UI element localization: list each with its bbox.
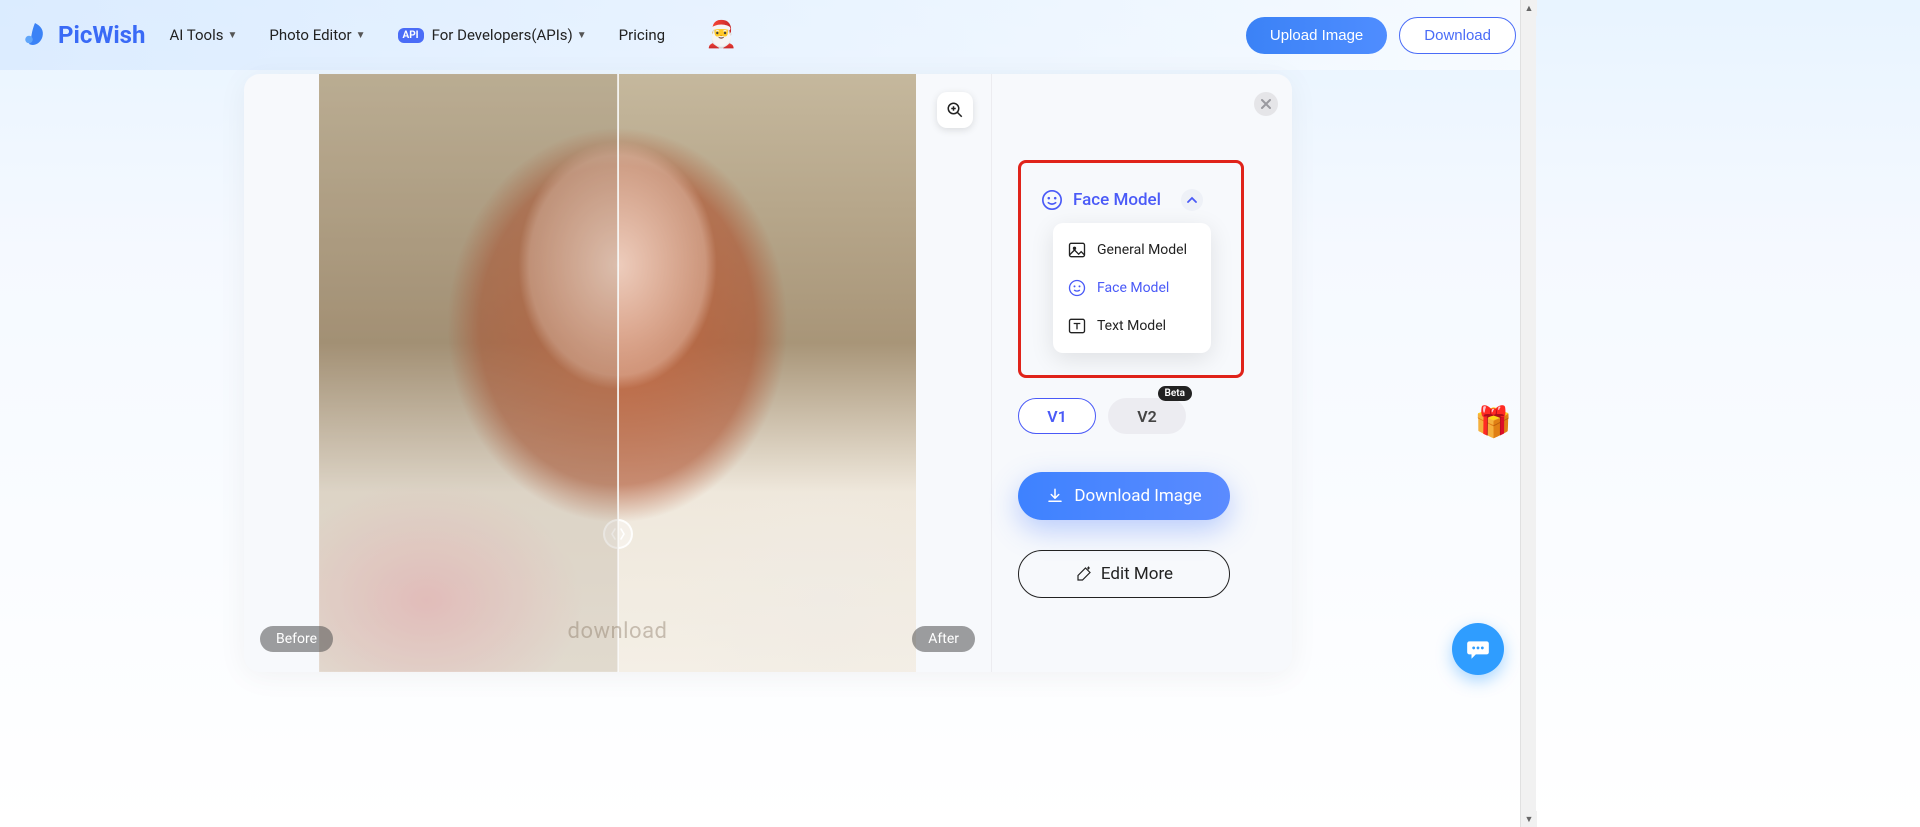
gift-icon[interactable]: 🎁	[1475, 405, 1512, 440]
image-icon	[1067, 240, 1087, 260]
download-image-label: Download Image	[1074, 486, 1201, 506]
model-general-label: General Model	[1097, 242, 1187, 258]
beta-badge: Beta	[1158, 386, 1192, 401]
face-icon	[1067, 278, 1087, 298]
scrollbar-down-icon[interactable]: ▼	[1521, 811, 1537, 827]
nav-ai-tools-label: AI Tools	[169, 26, 223, 44]
model-option-text[interactable]: Text Model	[1053, 307, 1211, 345]
image-pane: download Before After	[244, 74, 991, 672]
scrollbar-up-icon[interactable]: ▲	[1521, 0, 1537, 16]
nav-photo-editor[interactable]: Photo Editor ▼	[269, 26, 365, 44]
face-model-icon	[1041, 189, 1063, 211]
before-label: Before	[260, 626, 333, 652]
magic-pen-icon	[1075, 565, 1093, 583]
compare-handle-icon[interactable]	[603, 519, 633, 549]
main: download Before After Face Model	[0, 70, 1536, 672]
edit-more-label: Edit More	[1101, 564, 1173, 584]
logo-icon	[20, 20, 50, 50]
model-option-general[interactable]: General Model	[1053, 231, 1211, 269]
model-face-label: Face Model	[1097, 280, 1169, 296]
close-button[interactable]	[1254, 92, 1278, 116]
version-v1-button[interactable]: V1	[1018, 398, 1096, 434]
nav-ai-tools[interactable]: AI Tools ▼	[169, 26, 237, 44]
compare-divider	[617, 74, 619, 672]
chevron-down-icon: ▼	[356, 30, 366, 41]
api-badge: API	[398, 28, 424, 43]
model-highlight-box: Face Model General Model Face Model	[1018, 160, 1244, 378]
version-selector: V1 V2 Beta	[1018, 398, 1266, 434]
scrollbar[interactable]: ▲ ▼	[1520, 0, 1536, 827]
nav-developers[interactable]: API For Developers(APIs) ▼	[398, 26, 587, 44]
nav-photo-editor-label: Photo Editor	[269, 26, 351, 44]
gingerbread-icon[interactable]: 🎅	[705, 20, 737, 50]
nav-pricing-label: Pricing	[619, 26, 665, 44]
download-header-button[interactable]: Download	[1399, 17, 1516, 54]
close-icon	[1261, 99, 1271, 109]
side-panel: Face Model General Model Face Model	[991, 74, 1292, 672]
chevron-down-icon: ▼	[227, 30, 237, 41]
model-dropdown: General Model Face Model Text Model	[1053, 223, 1211, 353]
model-select[interactable]: Face Model	[1041, 189, 1221, 211]
download-image-button[interactable]: Download Image	[1018, 472, 1230, 520]
nav-pricing[interactable]: Pricing	[619, 26, 665, 44]
chevron-up-icon	[1181, 189, 1203, 211]
zoom-in-button[interactable]	[937, 92, 973, 128]
editor-card: download Before After Face Model	[244, 74, 1292, 672]
chat-button[interactable]	[1452, 623, 1504, 675]
header: PicWish AI Tools ▼ Photo Editor ▼ API Fo…	[0, 0, 1536, 70]
model-option-face[interactable]: Face Model	[1053, 269, 1211, 307]
selected-model-label: Face Model	[1073, 190, 1161, 210]
nav-developers-label: For Developers(APIs)	[432, 26, 573, 44]
logo[interactable]: PicWish	[20, 20, 145, 50]
upload-image-button[interactable]: Upload Image	[1246, 17, 1387, 54]
nav: AI Tools ▼ Photo Editor ▼ API For Develo…	[169, 20, 737, 50]
zoom-in-icon	[946, 101, 964, 119]
logo-text: PicWish	[58, 21, 145, 49]
version-v2-button[interactable]: V2 Beta	[1108, 398, 1186, 434]
chevron-down-icon: ▼	[577, 30, 587, 41]
model-text-label: Text Model	[1097, 318, 1166, 334]
version-v2-label: V2	[1137, 407, 1157, 426]
header-right: Upload Image Download	[1246, 17, 1516, 54]
after-label: After	[912, 626, 975, 652]
chat-icon	[1465, 636, 1491, 662]
compare-image[interactable]: download	[319, 74, 916, 672]
download-icon	[1046, 487, 1064, 505]
version-v1-label: V1	[1047, 407, 1067, 426]
text-icon	[1067, 316, 1087, 336]
edit-more-button[interactable]: Edit More	[1018, 550, 1230, 598]
